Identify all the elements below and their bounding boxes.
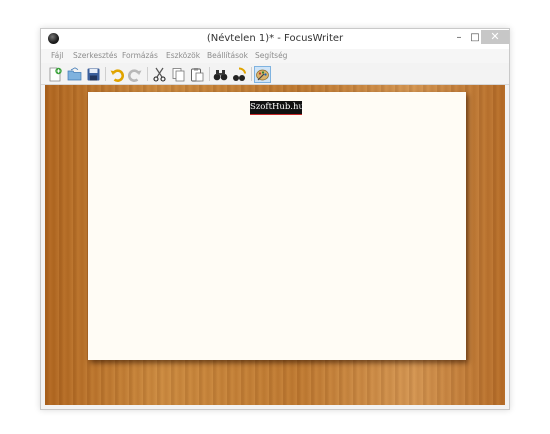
menu-file[interactable]: Fájl — [51, 51, 63, 60]
save-button[interactable] — [85, 66, 102, 83]
title-bar[interactable]: (Névtelen 1)* - FocusWriter – □ ✕ — [41, 29, 509, 49]
copy-icon — [172, 68, 185, 82]
app-window: (Névtelen 1)* - FocusWriter – □ ✕ Fájl S… — [40, 28, 510, 410]
toolbar-separator — [147, 67, 148, 81]
copy-button[interactable] — [170, 66, 187, 83]
find-button[interactable] — [212, 66, 229, 83]
menu-help[interactable]: Segítség — [255, 51, 287, 60]
window-title: (Névtelen 1)* - FocusWriter — [206, 33, 344, 44]
save-icon — [87, 68, 100, 81]
close-button[interactable]: ✕ — [481, 30, 509, 44]
menu-settings[interactable]: Beállítások — [207, 51, 248, 60]
themes-icon — [256, 69, 269, 81]
document-page[interactable]: SzoftHub.hu — [88, 92, 466, 360]
find-binoculars-icon — [213, 70, 228, 81]
paste-button[interactable] — [189, 66, 206, 83]
redo-icon — [128, 69, 142, 82]
replace-button[interactable] — [231, 66, 248, 83]
undo-icon — [110, 69, 124, 82]
wood-background: SzoftHub.hu — [45, 85, 505, 405]
menu-format[interactable]: Formázás — [122, 51, 158, 60]
menu-bar: Fájl Szerkesztés Formázás Eszközök Beáll… — [41, 49, 509, 63]
cut-icon — [153, 67, 166, 82]
toolbar-separator — [105, 67, 106, 81]
menu-edit[interactable]: Szerkesztés — [73, 51, 117, 60]
cut-button[interactable] — [151, 66, 168, 83]
new-document-icon — [49, 67, 62, 82]
open-folder-icon — [67, 67, 82, 81]
toolbar-separator — [209, 67, 210, 81]
undo-button[interactable] — [108, 66, 125, 83]
watermark-label: SzoftHub.hu — [250, 101, 304, 115]
menu-tools[interactable]: Eszközök — [166, 51, 200, 60]
replace-icon — [233, 67, 246, 81]
toolbar-separator — [251, 67, 252, 81]
redo-button[interactable] — [127, 66, 144, 83]
paste-icon — [191, 68, 204, 82]
open-button[interactable] — [66, 66, 83, 83]
toolbar — [41, 63, 509, 85]
new-document-button[interactable] — [47, 66, 64, 83]
themes-button[interactable] — [254, 66, 271, 83]
